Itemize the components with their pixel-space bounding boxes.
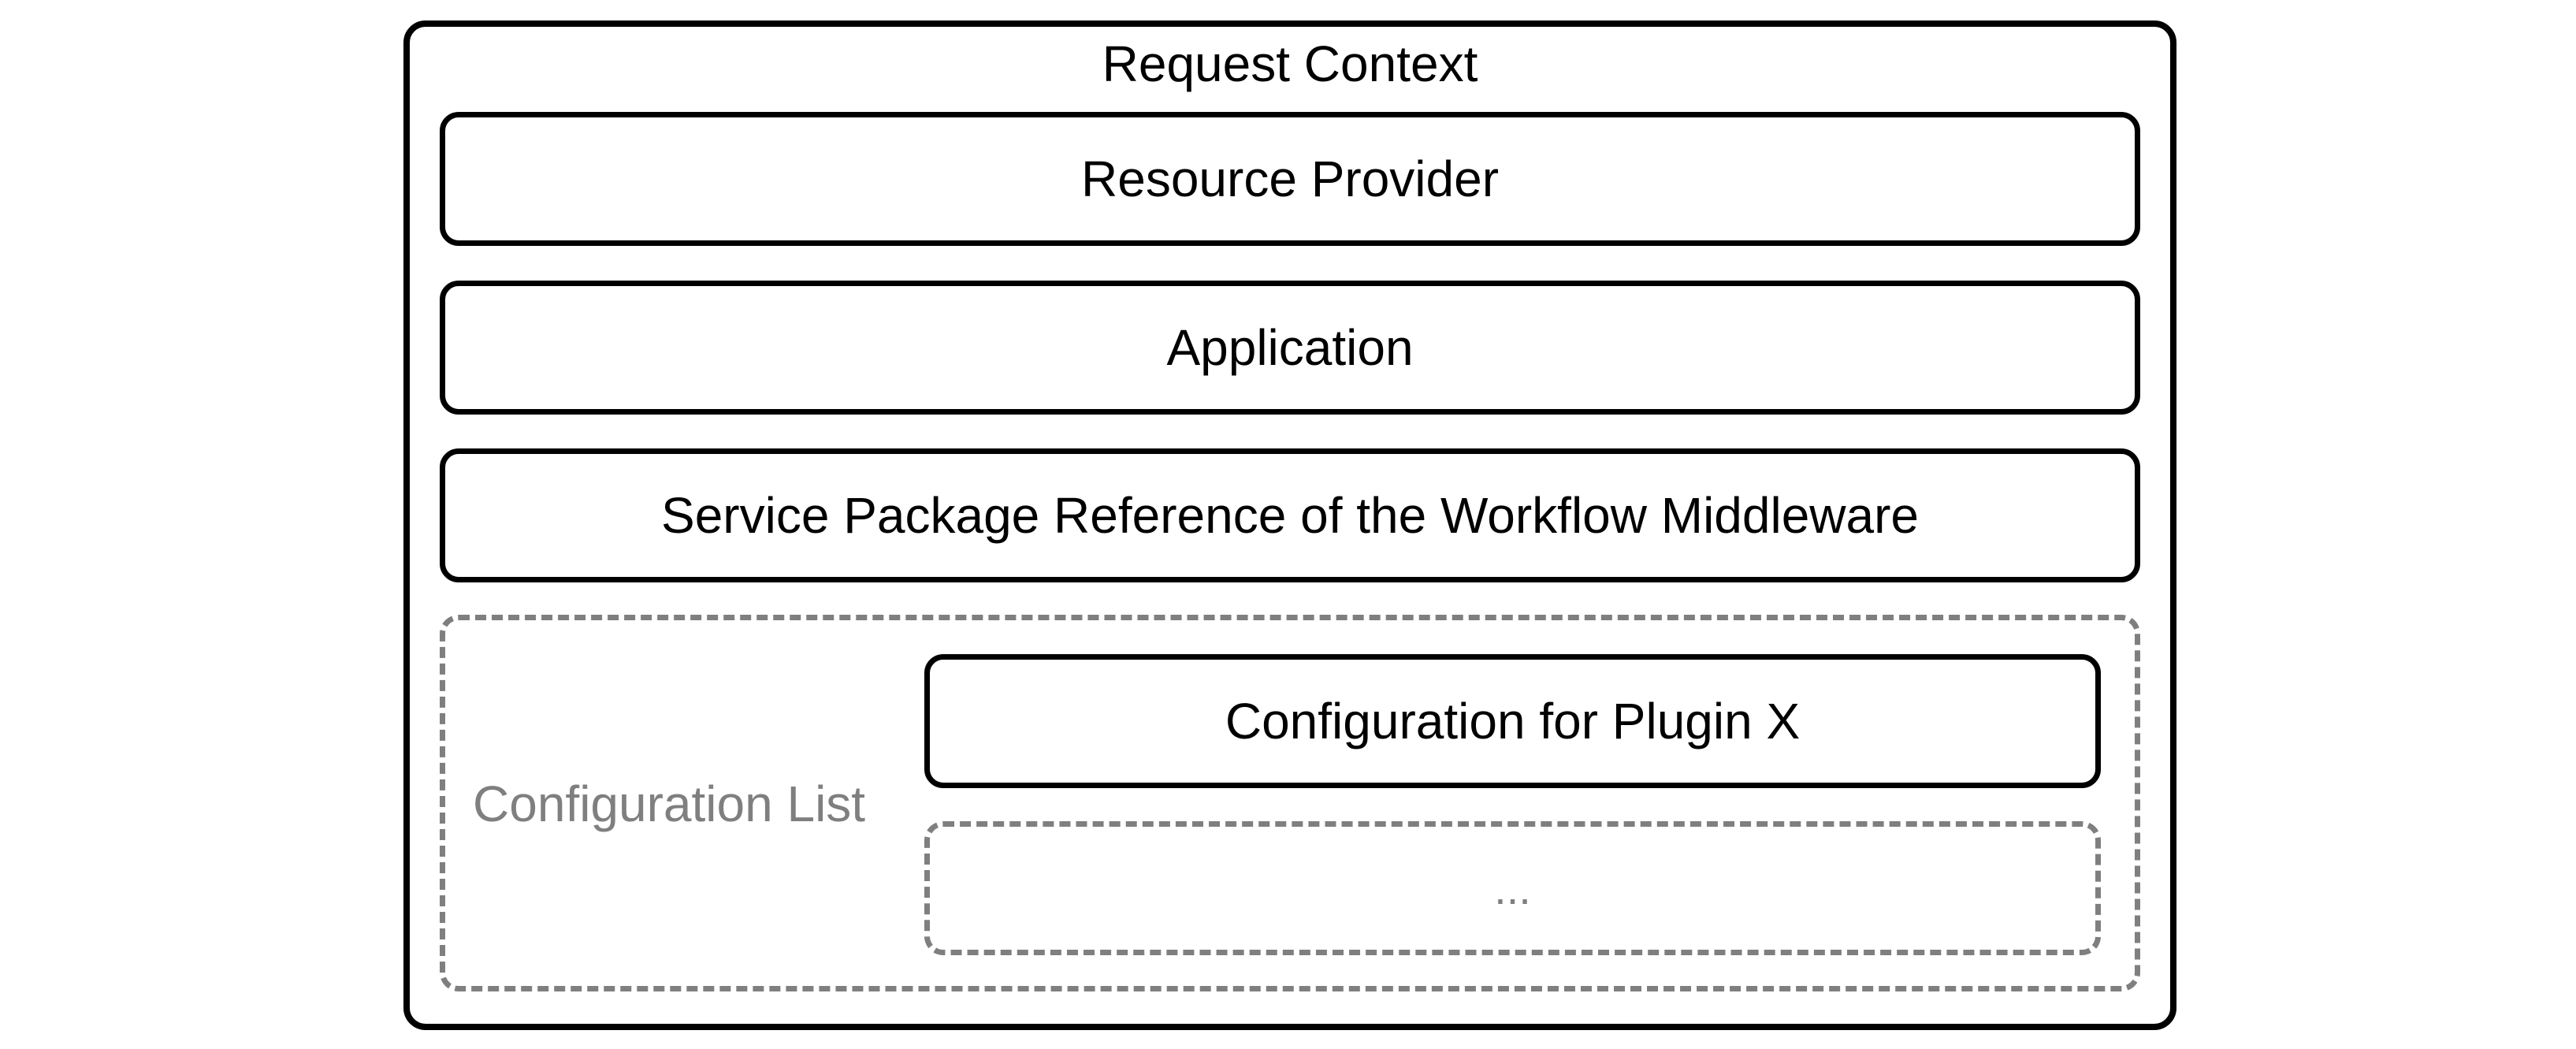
configuration-list-label: Configuration List — [473, 776, 866, 832]
application-label: Application — [1166, 319, 1414, 376]
request-context-title: Request Context — [1102, 35, 1478, 92]
resource-provider-box: Resource Provider — [440, 112, 2140, 246]
application-box: Application — [440, 281, 2140, 415]
configuration-more-label: ... — [1494, 863, 1531, 913]
configuration-item-label: Configuration for Plugin X — [1225, 693, 1801, 750]
configuration-item-more: ... — [924, 821, 2101, 955]
service-package-reference-box: Service Package Reference of the Workflo… — [440, 448, 2140, 582]
configuration-item-plugin-x: Configuration for Plugin X — [924, 654, 2101, 788]
service-package-reference-label: Service Package Reference of the Workflo… — [661, 487, 1919, 544]
resource-provider-label: Resource Provider — [1081, 151, 1499, 207]
